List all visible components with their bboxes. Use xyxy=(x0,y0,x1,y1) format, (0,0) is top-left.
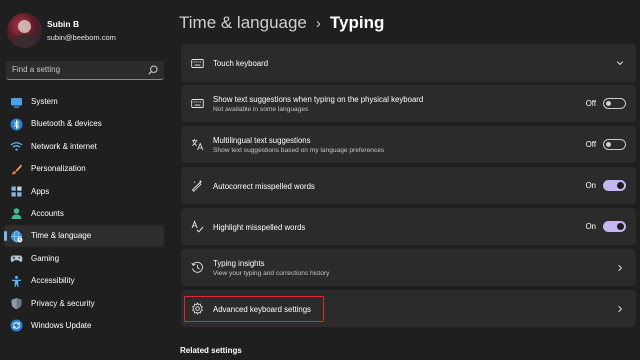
highlight-title: Highlight misspelled words xyxy=(213,223,306,232)
user-profile[interactable]: Subin B subin@beebom.com xyxy=(7,13,167,49)
sidebar: Subin B subin@beebom.com Find a setting … xyxy=(0,0,172,360)
multilingual-card: Multilingual text suggestions Show text … xyxy=(181,126,636,163)
multilingual-subtitle: Show text suggestions based on my langua… xyxy=(213,147,385,154)
touch-keyboard-title: Touch keyboard xyxy=(213,59,269,68)
sidebar-item-network[interactable]: Network & internet xyxy=(4,136,164,158)
sidebar-nav: System Bluetooth & devices Network & int… xyxy=(4,91,164,337)
translate-icon xyxy=(192,139,204,151)
sidebar-item-label: Privacy & security xyxy=(31,298,95,308)
wifi-icon xyxy=(10,142,23,152)
highlight-state: On xyxy=(585,222,596,231)
apps-icon xyxy=(11,186,22,197)
highlight-card: Highlight misspelled words On xyxy=(181,208,636,245)
autocorrect-title: Autocorrect misspelled words xyxy=(213,182,315,191)
sidebar-item-label: Bluetooth & devices xyxy=(31,119,102,129)
avatar xyxy=(7,13,42,48)
highlight-toggle[interactable] xyxy=(603,221,626,232)
sidebar-item-label: Accounts xyxy=(31,208,64,218)
shield-icon xyxy=(11,298,22,310)
history-icon xyxy=(191,261,203,273)
autocorrect-card: Autocorrect misspelled words On xyxy=(181,167,636,204)
toggle-knob xyxy=(606,142,611,147)
text-suggestions-state: Off xyxy=(585,99,596,108)
page-title: Typing xyxy=(329,13,385,32)
autocorrect-icon xyxy=(191,179,203,192)
multilingual-state: Off xyxy=(585,140,596,149)
sidebar-item-label: Accessibility xyxy=(31,276,75,286)
search-input[interactable]: Find a setting xyxy=(6,61,164,80)
typing-insights-title: Typing insights xyxy=(213,259,265,268)
sidebar-item-label: Personalization xyxy=(31,164,86,174)
sidebar-item-accessibility[interactable]: Accessibility xyxy=(4,270,164,292)
sidebar-item-privacy[interactable]: Privacy & security xyxy=(4,293,164,315)
chevron-right-icon xyxy=(618,264,623,272)
sidebar-item-label: Gaming xyxy=(31,253,60,263)
sidebar-item-label: Windows Update xyxy=(31,320,92,330)
profile-name: Subin B xyxy=(47,19,80,29)
keyboard-icon xyxy=(191,59,204,68)
sidebar-item-label: System xyxy=(31,97,58,106)
sidebar-item-apps[interactable]: Apps xyxy=(4,181,164,203)
text-suggestions-card: Show text suggestions when typing on the… xyxy=(181,85,636,122)
autocorrect-toggle[interactable] xyxy=(603,180,626,191)
text-suggestions-title: Show text suggestions when typing on the… xyxy=(213,95,424,104)
update-icon xyxy=(10,319,23,332)
sidebar-item-windows-update[interactable]: Windows Update xyxy=(4,315,164,337)
sidebar-item-gaming[interactable]: Gaming xyxy=(4,248,164,270)
multilingual-toggle[interactable] xyxy=(603,139,626,150)
autocorrect-state: On xyxy=(585,181,596,190)
sidebar-item-personalization[interactable]: Personalization xyxy=(4,158,164,180)
search-placeholder: Find a setting xyxy=(12,65,61,74)
annotation-highlight-box xyxy=(184,296,324,322)
globe-clock-icon xyxy=(11,230,23,243)
multilingual-title: Multilingual text suggestions xyxy=(213,136,311,145)
sidebar-item-label: Time & language xyxy=(31,231,92,241)
system-icon xyxy=(11,97,22,108)
chevron-right-icon xyxy=(618,305,623,313)
toggle-knob xyxy=(617,182,624,189)
profile-email: subin@beebom.com xyxy=(47,33,116,42)
sidebar-item-label: Network & internet xyxy=(31,141,97,151)
related-settings-heading: Related settings xyxy=(180,346,242,355)
chevron-down-icon[interactable] xyxy=(616,59,624,67)
spellcheck-icon xyxy=(191,220,204,233)
gamepad-icon xyxy=(10,255,23,263)
sidebar-item-label: Apps xyxy=(31,186,50,196)
accessibility-icon xyxy=(12,275,21,287)
person-icon xyxy=(11,208,22,220)
sidebar-item-accounts[interactable]: Accounts xyxy=(4,203,164,225)
bluetooth-icon xyxy=(10,118,23,131)
text-suggestions-subtitle: Not available in some languages xyxy=(213,106,309,113)
touch-keyboard-card[interactable]: Touch keyboard xyxy=(181,44,636,82)
settings-window: Subin B subin@beebom.com Find a setting … xyxy=(0,0,640,360)
sidebar-item-time-language[interactable]: Time & language xyxy=(4,225,164,247)
keyboard-icon xyxy=(191,99,204,108)
breadcrumb: Time & language › Typing xyxy=(179,13,384,37)
brush-icon xyxy=(12,164,22,175)
toggle-knob xyxy=(617,223,624,230)
text-suggestions-toggle[interactable] xyxy=(603,98,626,109)
sidebar-item-system[interactable]: System xyxy=(4,91,164,113)
breadcrumb-separator: › xyxy=(315,15,321,32)
typing-insights-card[interactable]: Typing insights View your typing and cor… xyxy=(181,249,636,286)
toggle-knob xyxy=(606,101,611,106)
typing-insights-subtitle: View your typing and corrections history xyxy=(213,270,330,277)
sidebar-item-bluetooth[interactable]: Bluetooth & devices xyxy=(4,113,164,135)
breadcrumb-parent[interactable]: Time & language xyxy=(179,13,307,32)
search-icon[interactable] xyxy=(148,65,158,75)
